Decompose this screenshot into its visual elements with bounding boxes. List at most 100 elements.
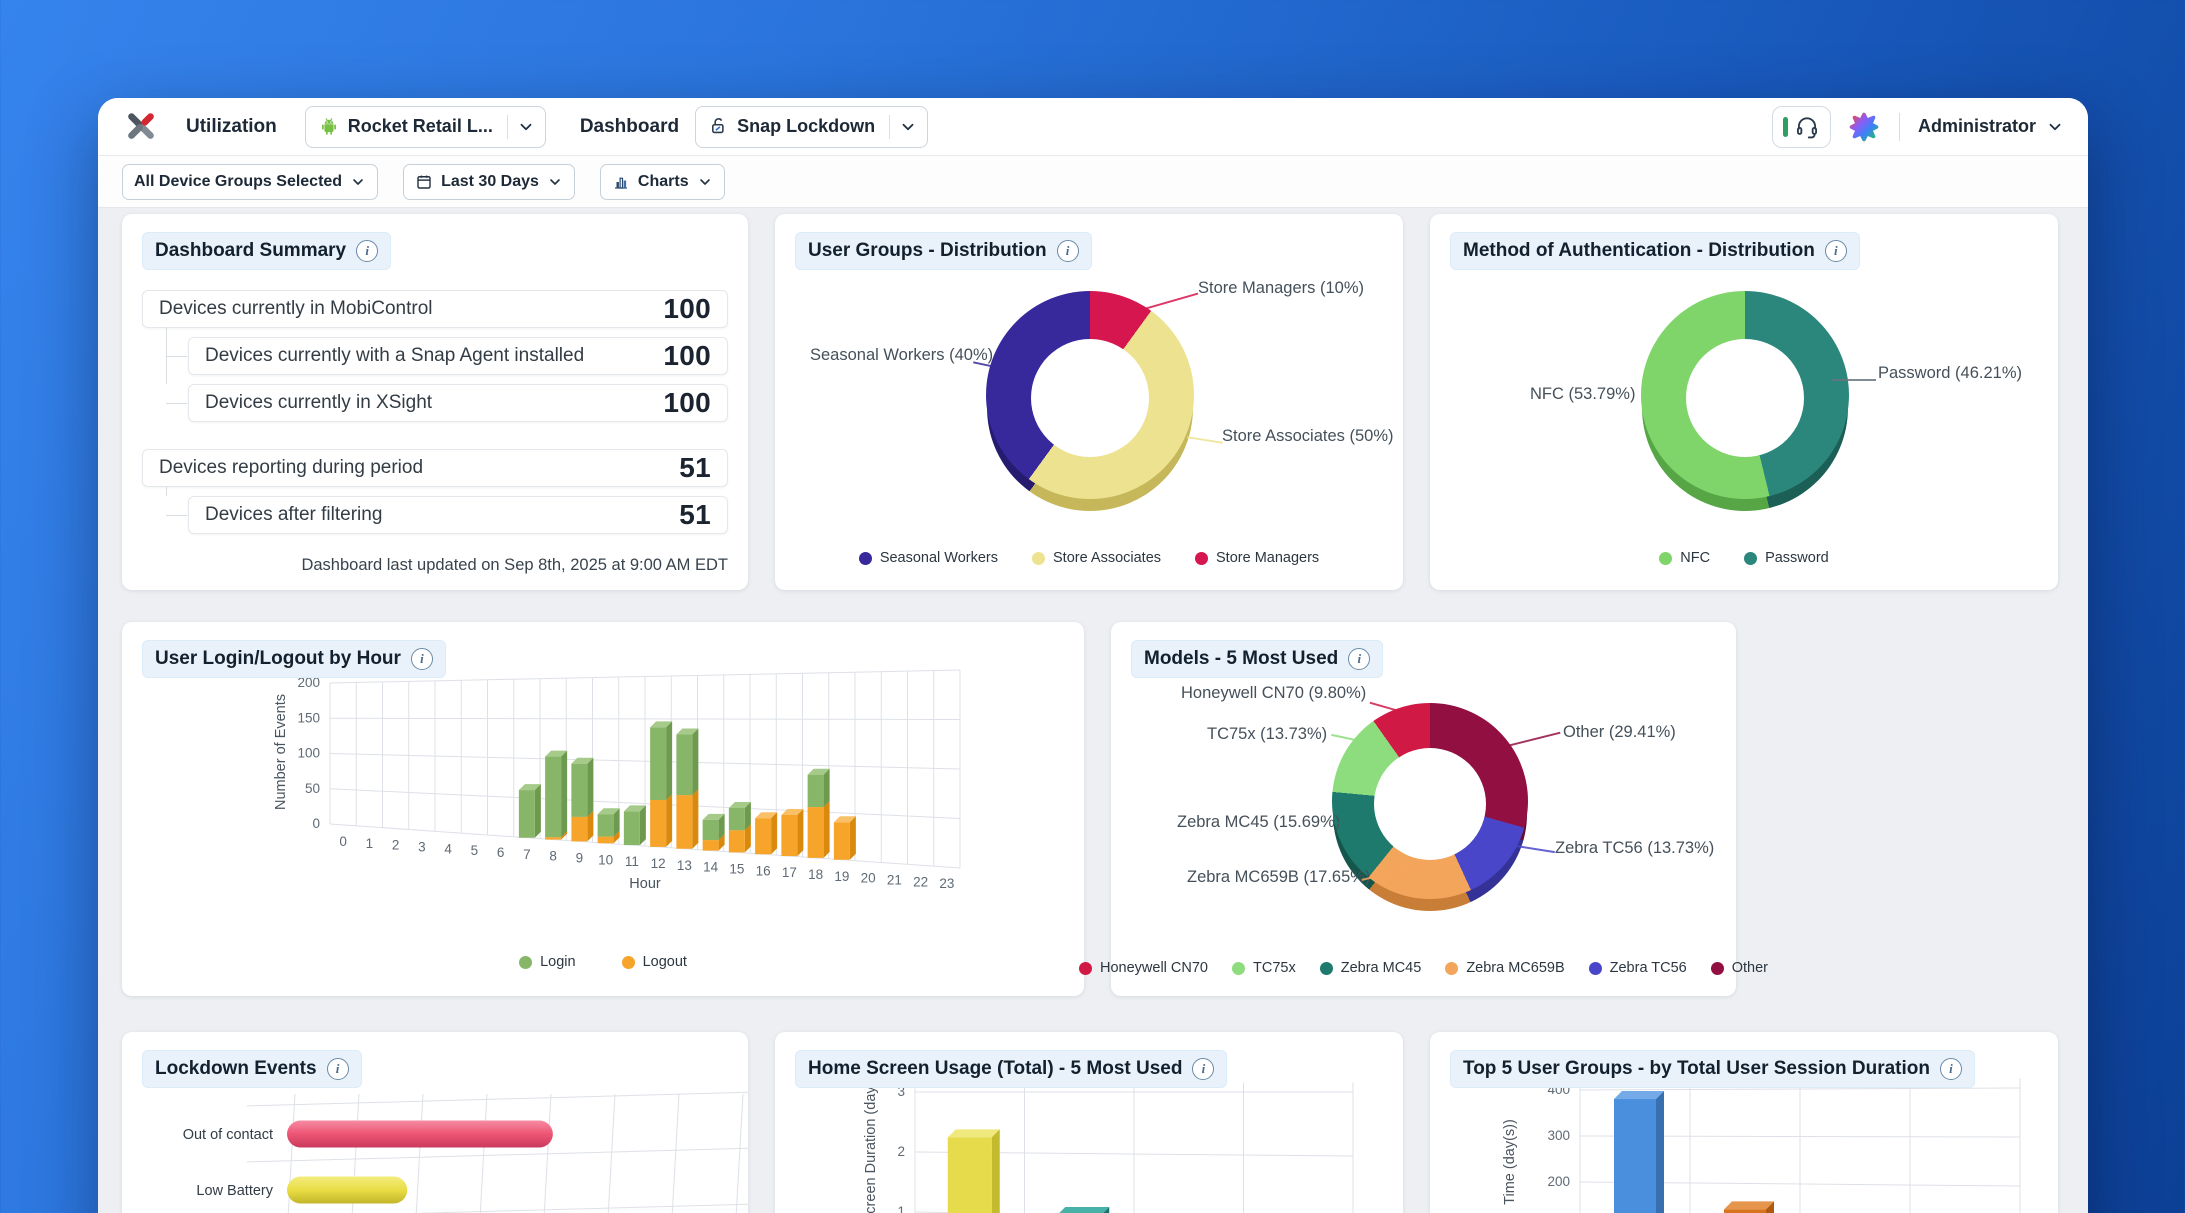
lockdown-events-card: Lockdown Events i Out of contactLow Batt… bbox=[122, 1032, 748, 1213]
legend-label: Logout bbox=[643, 954, 687, 970]
legend-label: Other bbox=[1732, 960, 1768, 976]
svg-text:Hour: Hour bbox=[629, 876, 661, 892]
app-header: Utilization Rocket Retail L... Dashboard bbox=[98, 98, 2088, 156]
summary-row-label: Devices after filtering bbox=[205, 504, 382, 526]
info-icon[interactable]: i bbox=[327, 1058, 349, 1080]
svg-text:12: 12 bbox=[651, 856, 666, 871]
legend-label: NFC bbox=[1680, 550, 1710, 566]
chart-legend: Honeywell CN70 TC75x Zebra MC45 Zebra MC… bbox=[1111, 960, 1736, 976]
legend-item[interactable]: Honeywell CN70 bbox=[1079, 960, 1208, 976]
summary-row: Devices currently in XSight 100 bbox=[188, 384, 728, 422]
device-groups-filter[interactable]: All Device Groups Selected bbox=[122, 164, 378, 200]
svg-text:18: 18 bbox=[808, 867, 823, 882]
legend-dot bbox=[1320, 962, 1333, 975]
summary-row-value: 51 bbox=[679, 452, 711, 484]
info-icon[interactable]: i bbox=[1348, 648, 1370, 670]
info-icon[interactable]: i bbox=[1940, 1058, 1962, 1080]
svg-text:1: 1 bbox=[366, 836, 374, 851]
svg-text:10: 10 bbox=[598, 852, 613, 867]
legend-item[interactable]: Zebra MC45 bbox=[1320, 960, 1422, 976]
legend-item[interactable]: NFC bbox=[1659, 550, 1710, 566]
svg-text:Number of Events: Number of Events bbox=[273, 694, 289, 810]
summary-row: Devices after filtering 51 bbox=[188, 496, 728, 534]
svg-text:100: 100 bbox=[297, 746, 320, 761]
info-icon[interactable]: i bbox=[411, 648, 433, 670]
donut-callout: Zebra MC45 (15.69%) bbox=[1177, 813, 1340, 832]
device-group-dropdown[interactable]: Rocket Retail L... bbox=[305, 106, 546, 148]
date-range-filter[interactable]: Last 30 Days bbox=[403, 164, 575, 200]
donut-callout: Zebra MC659B (17.65%) bbox=[1187, 868, 1370, 887]
info-icon[interactable]: i bbox=[1057, 240, 1079, 262]
legend-item[interactable]: Zebra TC56 bbox=[1589, 960, 1687, 976]
legend-item[interactable]: Logout bbox=[622, 954, 687, 970]
donut-callout: NFC (53.79%) bbox=[1530, 385, 1635, 404]
legend-dot bbox=[1659, 552, 1672, 565]
legend-item[interactable]: Seasonal Workers bbox=[859, 550, 998, 566]
info-icon[interactable]: i bbox=[1192, 1058, 1214, 1080]
legend-item[interactable]: TC75x bbox=[1232, 960, 1296, 976]
legend-item[interactable]: Password bbox=[1744, 550, 1829, 566]
date-range-filter-label: Last 30 Days bbox=[441, 173, 539, 191]
last-updated-text: Dashboard last updated on Sep 8th, 2025 … bbox=[142, 556, 728, 575]
legend-item[interactable]: Login bbox=[519, 954, 575, 970]
card-title-text: Method of Authentication - Distribution bbox=[1463, 240, 1815, 262]
svg-text:15: 15 bbox=[729, 861, 744, 876]
info-icon[interactable]: i bbox=[356, 240, 378, 262]
svg-text:17: 17 bbox=[782, 865, 797, 880]
divider bbox=[1899, 113, 1900, 141]
legend-label: Login bbox=[540, 954, 575, 970]
summary-row-value: 100 bbox=[663, 340, 711, 372]
card-title: Models - 5 Most Used i bbox=[1131, 640, 1383, 678]
summary-nested-rows: Devices currently with a Snap Agent inst… bbox=[188, 337, 728, 422]
legend-item[interactable]: Store Associates bbox=[1032, 550, 1161, 566]
user-menu[interactable]: Administrator bbox=[1918, 116, 2064, 137]
calendar-icon bbox=[415, 173, 433, 191]
legend-item[interactable]: Store Managers bbox=[1195, 550, 1319, 566]
info-icon[interactable]: i bbox=[1825, 240, 1847, 262]
login-logout-card: User Login/Logout by Hour i 050100150200… bbox=[122, 622, 1084, 996]
summary-row-value: 100 bbox=[663, 293, 711, 325]
ai-assistant-button[interactable] bbox=[1847, 110, 1881, 144]
legend-item[interactable]: Zebra MC659B bbox=[1445, 960, 1564, 976]
svg-text:9: 9 bbox=[576, 850, 584, 865]
chevron-down-icon bbox=[899, 118, 917, 136]
callout-leader-line bbox=[1832, 379, 1876, 381]
svg-text:Out of contact: Out of contact bbox=[183, 1127, 273, 1143]
svg-text:0: 0 bbox=[312, 816, 320, 831]
dashboard-content: Dashboard Summary i Devices currently in… bbox=[98, 208, 2088, 1213]
svg-text:11: 11 bbox=[625, 854, 639, 869]
legend-dot bbox=[1232, 962, 1245, 975]
summary-row-value: 100 bbox=[663, 387, 711, 419]
card-title-text: Top 5 User Groups - by Total User Sessio… bbox=[1463, 1058, 1930, 1080]
card-title-text: User Login/Logout by Hour bbox=[155, 648, 401, 670]
svg-text:50: 50 bbox=[305, 781, 320, 796]
chevron-down-icon bbox=[350, 174, 366, 190]
card-title: Top 5 User Groups - by Total User Sessio… bbox=[1450, 1050, 1975, 1088]
filter-bar: All Device Groups Selected Last 30 Days … bbox=[98, 156, 2088, 208]
legend-item[interactable]: Other bbox=[1711, 960, 1768, 976]
chart-legend: Seasonal Workers Store Associates Store … bbox=[775, 550, 1403, 566]
legend-dot bbox=[1445, 962, 1458, 975]
dashboard-dropdown[interactable]: Snap Lockdown bbox=[695, 106, 928, 148]
android-icon bbox=[318, 116, 340, 138]
svg-text:14: 14 bbox=[703, 860, 719, 875]
chevron-down-icon bbox=[517, 118, 535, 136]
legend-dot bbox=[859, 552, 872, 565]
status-bar-indicator bbox=[1783, 117, 1788, 137]
legend-label: Store Managers bbox=[1216, 550, 1319, 566]
svg-text:6: 6 bbox=[497, 845, 505, 860]
donut-callout: Password (46.21%) bbox=[1878, 364, 2022, 383]
card-title: User Groups - Distribution i bbox=[795, 232, 1092, 270]
svg-text:7: 7 bbox=[523, 847, 531, 862]
card-title: Dashboard Summary i bbox=[142, 232, 391, 270]
legend-label: Store Associates bbox=[1053, 550, 1161, 566]
svg-text:1: 1 bbox=[897, 1204, 905, 1213]
svg-text:2: 2 bbox=[392, 838, 400, 853]
support-button[interactable] bbox=[1772, 106, 1831, 148]
login-logout-chart: 0501001502000123456789101112131415161718… bbox=[122, 622, 1084, 996]
divider bbox=[507, 115, 508, 139]
chevron-down-icon bbox=[547, 174, 563, 190]
donut-callout: Store Managers (10%) bbox=[1198, 279, 1364, 298]
home-screen-usage-card: Home Screen Usage (Total) - 5 Most Used … bbox=[775, 1032, 1403, 1213]
view-mode-filter[interactable]: Charts bbox=[600, 164, 725, 200]
